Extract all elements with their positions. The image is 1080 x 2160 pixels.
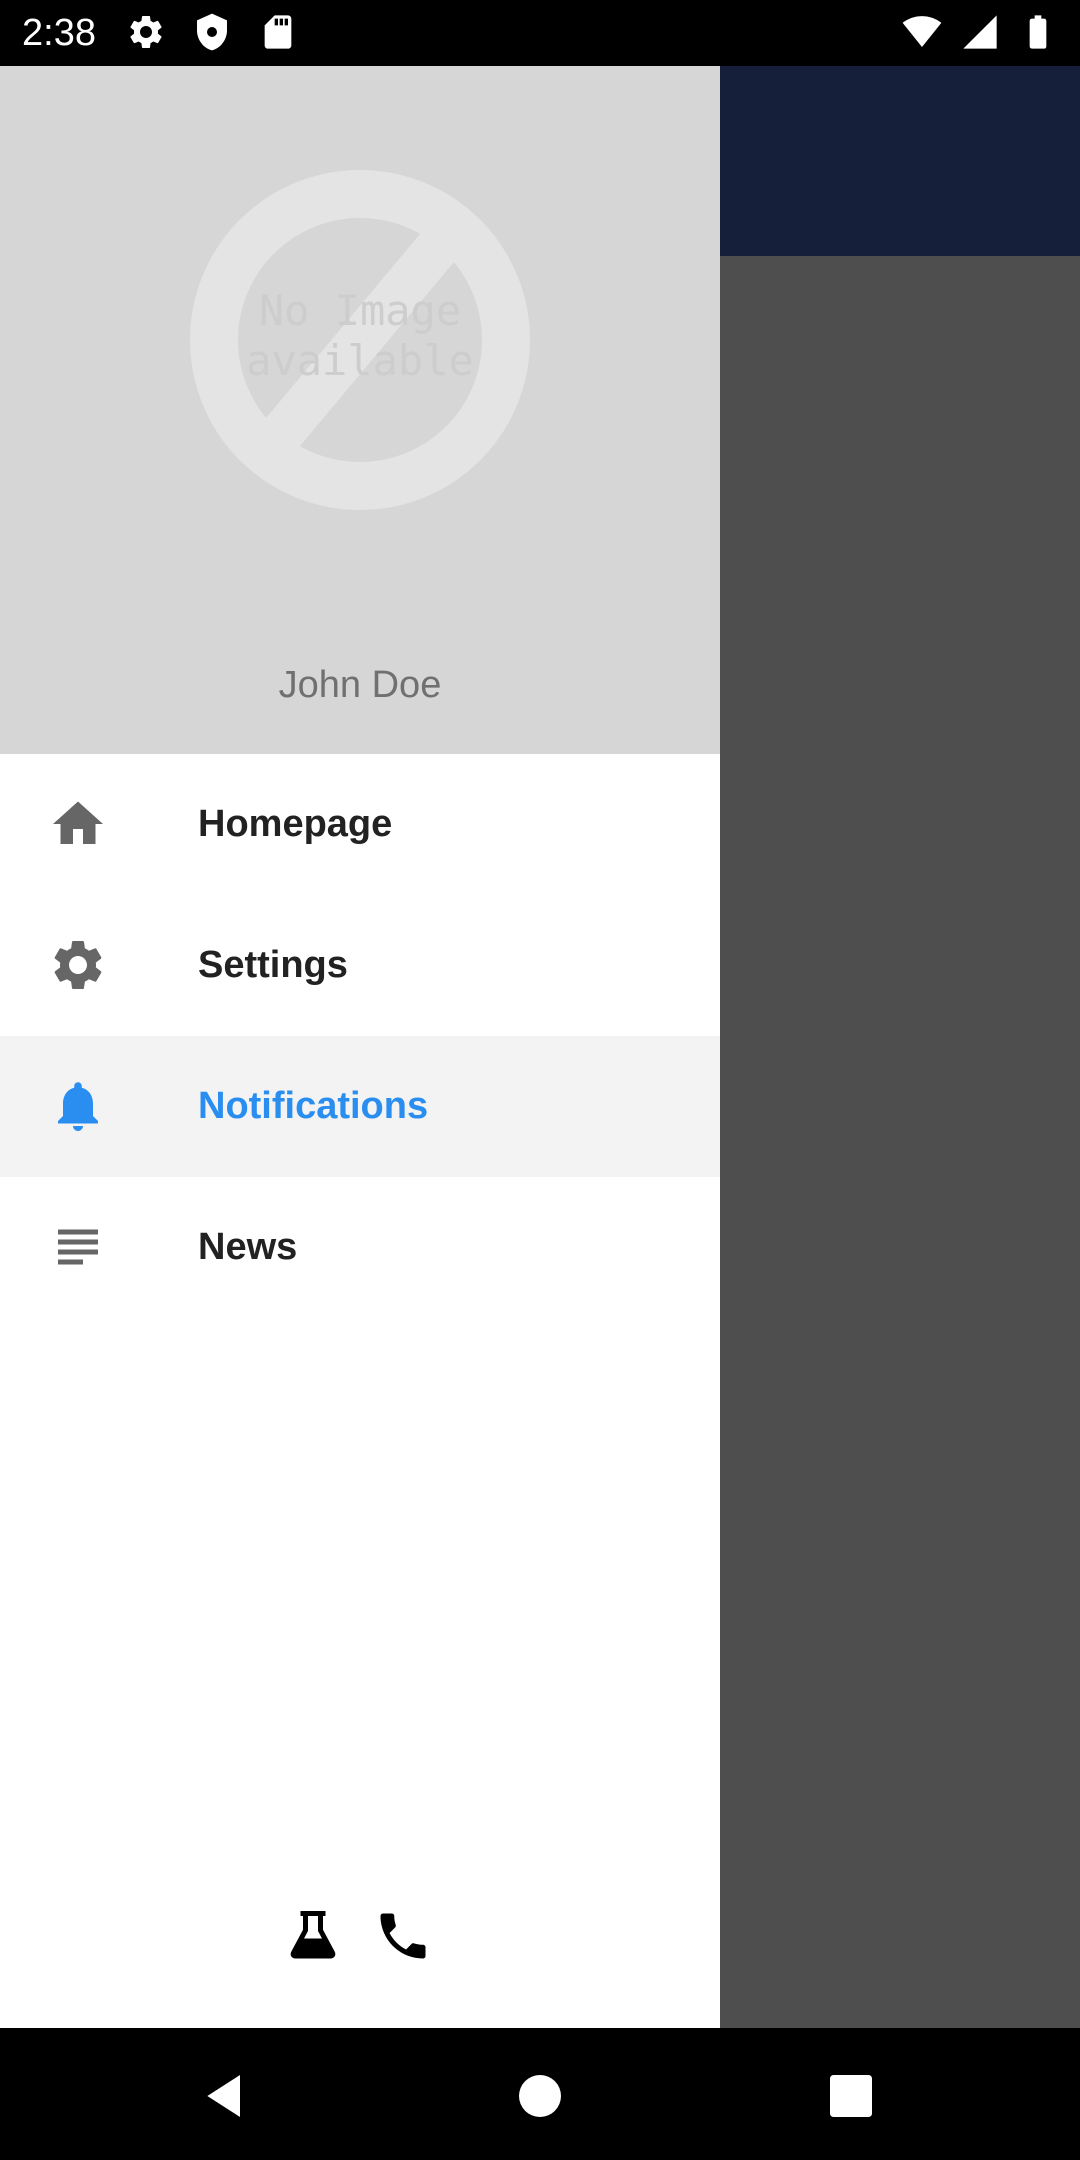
menu-item-label: Notifications xyxy=(198,1085,429,1127)
avatar[interactable]: No Image available xyxy=(190,170,530,510)
bell-icon xyxy=(48,1076,108,1136)
menu-item-news[interactable]: News xyxy=(0,1177,720,1318)
shield-icon xyxy=(192,12,232,52)
wifi-icon xyxy=(902,12,942,52)
home-icon xyxy=(48,794,108,854)
system-nav-bar xyxy=(0,2028,1080,2160)
menu-item-homepage[interactable]: Homepage xyxy=(0,754,720,895)
app-toolbar-behind xyxy=(720,66,1080,256)
drawer-header: No Image available John Doe xyxy=(0,66,720,754)
status-time: 2:38 xyxy=(22,12,96,54)
back-icon[interactable] xyxy=(198,2068,254,2124)
phone-icon[interactable] xyxy=(373,1906,433,1966)
gear-icon xyxy=(126,12,166,52)
menu-item-settings[interactable]: Settings xyxy=(0,895,720,1036)
navigation-drawer: No Image available John Doe Homepage Set… xyxy=(0,66,720,2028)
user-name: John Doe xyxy=(278,664,442,706)
recents-icon[interactable] xyxy=(823,2068,879,2124)
menu-item-label: Settings xyxy=(198,944,348,986)
sd-card-icon xyxy=(258,12,298,52)
menu-item-notifications[interactable]: Notifications xyxy=(0,1036,720,1177)
status-right-icons xyxy=(902,12,1058,52)
drawer-menu: Homepage Settings Notifications News xyxy=(0,754,720,1318)
news-icon xyxy=(48,1217,108,1277)
menu-item-label: News xyxy=(198,1226,298,1268)
gear-icon xyxy=(48,935,108,995)
menu-item-label: Homepage xyxy=(198,803,393,845)
drawer-scrim[interactable] xyxy=(720,66,1080,2028)
status-left-icons xyxy=(126,12,298,52)
home-circle-icon[interactable] xyxy=(512,2068,568,2124)
flask-icon[interactable] xyxy=(283,1906,343,1966)
status-bar: 2:38 xyxy=(0,0,1080,66)
cell-signal-icon xyxy=(960,12,1000,52)
avatar-placeholder-text: No Image available xyxy=(246,286,474,385)
drawer-footer xyxy=(0,1906,720,1986)
battery-icon xyxy=(1018,12,1058,52)
